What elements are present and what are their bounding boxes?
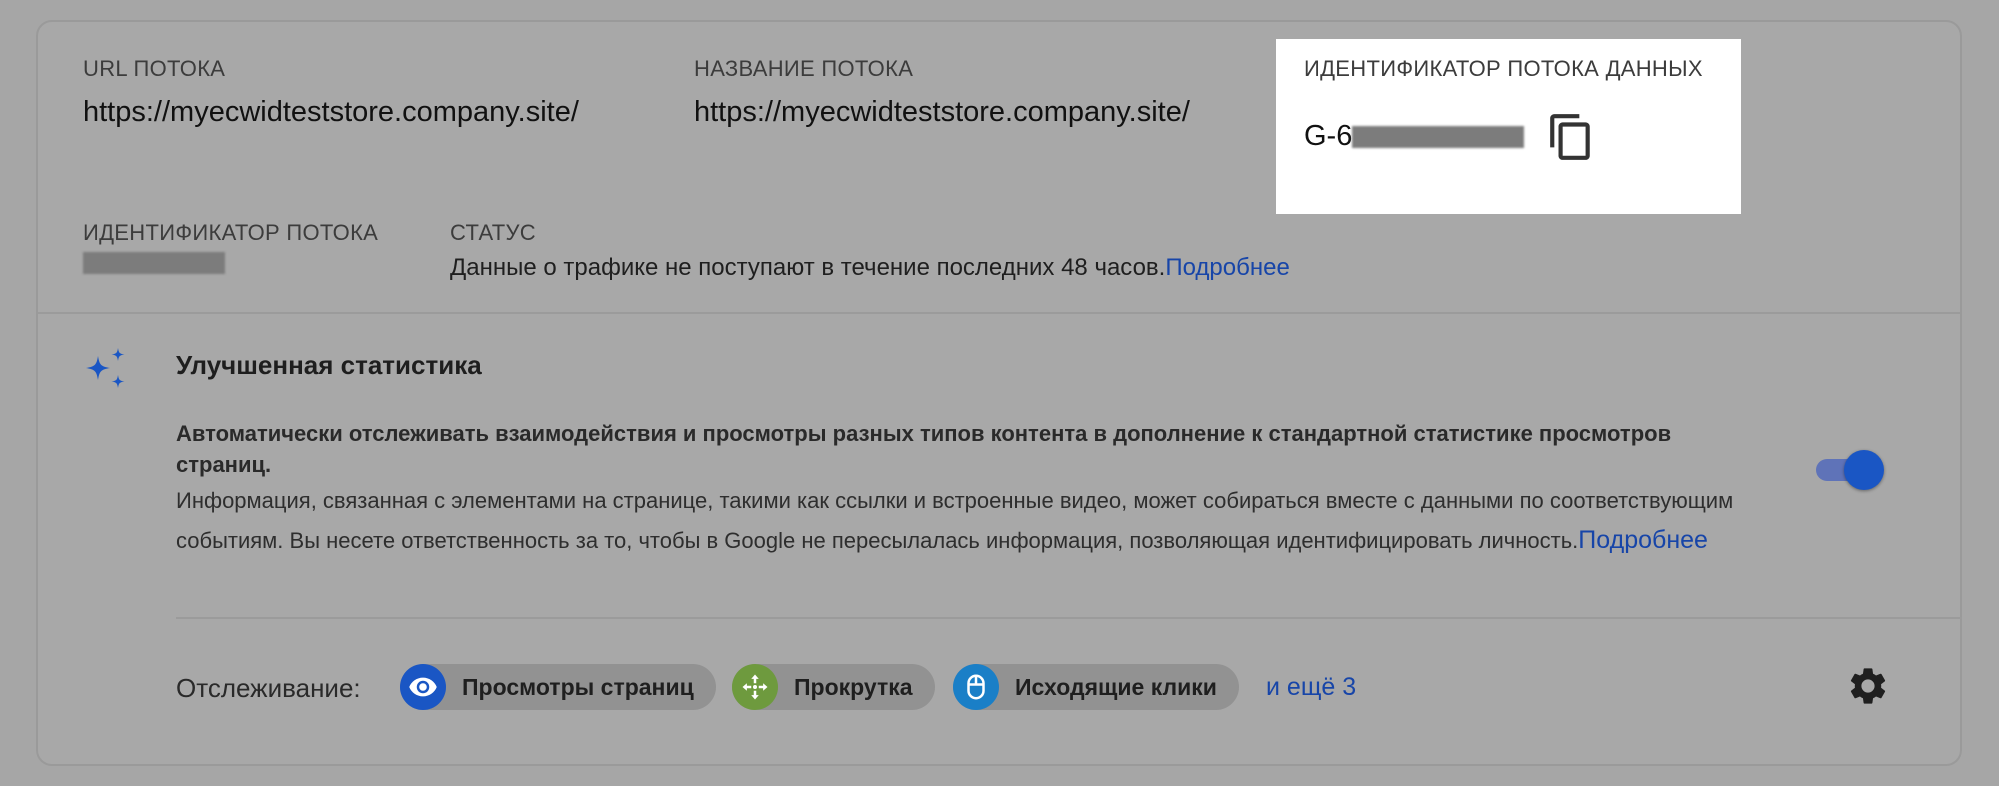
tracking-label: Отслеживание: [176, 673, 361, 703]
stream-name-value: https://myecwidteststore.company.site/ [694, 96, 1190, 128]
chip-outbound-clicks[interactable]: Исходящие клики [953, 664, 1239, 710]
stream-id-label: ИДЕНТИФИКАТОР ПОТОКА [83, 220, 379, 245]
mouse-icon [953, 664, 999, 710]
status-text: Данные о трафике не поступают в течение … [450, 254, 1290, 282]
copy-icon[interactable] [1546, 112, 1596, 162]
tracking-divider [176, 617, 1962, 619]
scroll-arrows-icon [732, 664, 778, 710]
eye-icon [400, 664, 446, 710]
chip-scroll[interactable]: Прокрутка [732, 664, 935, 710]
chip-scroll-label: Прокрутка [794, 673, 913, 700]
enhanced-description-text: Информация, связанная с элементами на ст… [176, 488, 1734, 553]
chip-page-views-label: Просмотры страниц [462, 673, 694, 700]
status-message: Данные о трафике не поступают в течение … [450, 254, 1166, 281]
gear-icon[interactable] [1846, 664, 1890, 708]
measurement-id-redaction [1352, 126, 1524, 148]
chip-outbound-clicks-label: Исходящие клики [1015, 673, 1217, 700]
stream-id-redaction [83, 252, 225, 274]
more-events-link[interactable]: и ещё 3 [1266, 673, 1356, 702]
sparkle-icon [86, 348, 125, 388]
stream-url-value: https://myecwidteststore.company.site/ [83, 96, 579, 128]
enhanced-measurement-summary: Автоматически отслеживать взаимодействия… [176, 421, 1672, 477]
measurement-id-label: ИДЕНТИФИКАТОР ПОТОКА ДАННЫХ [1304, 56, 1703, 81]
enhanced-measurement-title: Улучшенная статистика [176, 350, 482, 380]
toggle-knob [1844, 450, 1884, 490]
enhanced-measurement-description: Информация, связанная с элементами на ст… [176, 482, 1746, 560]
enhanced-measurement-toggle[interactable] [1814, 449, 1884, 491]
stream-name-label: НАЗВАНИЕ ПОТОКА [694, 56, 914, 81]
enhanced-learn-more-link[interactable]: Подробнее [1578, 526, 1708, 554]
status-learn-more-link[interactable]: Подробнее [1165, 254, 1289, 281]
stream-url-label: URL ПОТОКА [83, 56, 226, 81]
section-divider [38, 312, 1960, 314]
status-label: СТАТУС [450, 220, 536, 245]
measurement-id-value: G-6 [1304, 120, 1353, 152]
chip-page-views[interactable]: Просмотры страниц [400, 664, 716, 710]
